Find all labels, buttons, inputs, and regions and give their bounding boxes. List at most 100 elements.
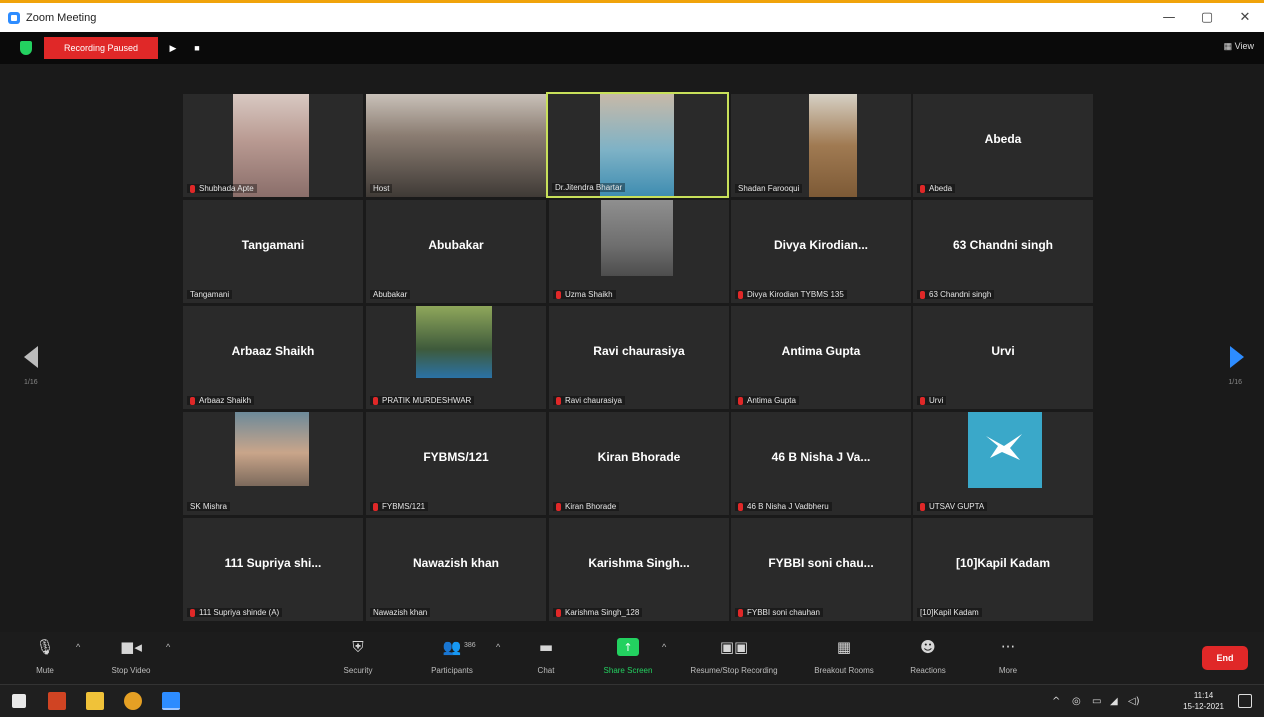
participant-display-name: FYBBI soni chau... [768,555,874,570]
os-taskbar: ^ ◎ ▭ ◢ ◁) 11:14 15-12-2021 [0,684,1264,717]
resume-stop-recording-label: Resume/Stop Recording [690,666,778,675]
breakout-rooms-button[interactable]: ▦ Breakout Rooms [804,638,884,675]
participant-name: 63 Chandni singh [929,290,992,299]
participant-name: Uzma Shaikh [565,290,613,299]
gallery-view: 1/16 1/16 Shubhada Apte Host Dr.Jitendra… [0,64,1264,632]
participant-tile[interactable]: Abeda Abeda [913,94,1093,197]
participant-tile[interactable]: FYBBI soni chau... FYBBI soni chauhan [731,518,911,621]
participant-tile[interactable]: Karishma Singh... Karishma Singh_128 [549,518,729,621]
tray-overflow-icon[interactable]: ^ [1052,696,1060,707]
participant-name: Arbaaz Shaikh [199,396,252,405]
share-options-caret-icon[interactable]: ^ [662,642,666,652]
mute-button[interactable]: 🎙 Mute ^ [14,638,80,675]
page-indicator-left: 1/16 [24,379,38,386]
muted-mic-icon [920,290,925,299]
stop-video-button[interactable]: ■◂ Stop Video ^ [100,638,171,675]
participant-tile[interactable]: Abubakar Abubakar [366,200,546,303]
chat-button[interactable]: ▬ Chat [506,638,586,675]
participant-tile[interactable]: 63 Chandni singh 63 Chandni singh [913,200,1093,303]
stop-video-label: Stop Video [111,666,151,675]
security-shield-icon: ⛨ [352,638,364,656]
participant-tile[interactable]: Kiran Bhorade Kiran Bhorade [549,412,729,515]
participant-tile[interactable]: Antima Gupta Antima Gupta [731,306,911,409]
participant-label: Dr.Jitendra Bhartar [552,183,626,192]
participant-tile[interactable]: 111 Supriya shi... 111 Supriya shinde (A… [183,518,363,621]
audio-options-caret-icon[interactable]: ^ [76,642,80,652]
window-controls: — ▢ ✕ [1150,3,1264,32]
notification-center-icon[interactable] [1238,694,1252,708]
participant-display-name: Tangamani [241,237,305,252]
maximize-button[interactable]: ▢ [1188,3,1226,32]
more-button[interactable]: ··· More [968,638,1048,675]
next-page-arrow-icon[interactable] [1230,346,1244,368]
security-button[interactable]: ⛨ Security [318,638,398,675]
share-screen-icon: ↑ [617,638,639,656]
participant-name: PRATIK MURDESHWAR [382,396,472,405]
participant-tile[interactable]: PRATIK MURDESHWAR [366,306,546,409]
active-speaker-tile[interactable]: Dr.Jitendra Bhartar [546,92,729,198]
participant-display-name: Antima Gupta [781,343,861,358]
participants-button[interactable]: 👥 Participants 386 ^ [412,638,500,675]
participant-video [416,306,492,378]
system-clock[interactable]: 11:14 15-12-2021 [1183,690,1224,712]
clock-time: 11:14 [1193,691,1214,700]
reactions-emoji-icon: ☻ [920,638,936,656]
participant-name: Dr.Jitendra Bhartar [555,183,623,192]
participant-tile[interactable]: 46 B Nisha J Va... 46 B Nisha J Vadbheru [731,412,911,515]
participant-name: Karishma Singh_128 [565,608,640,617]
participant-tile[interactable]: [10]Kapil Kadam [10]Kapil Kadam [913,518,1093,621]
minimize-button[interactable]: — [1150,3,1188,32]
participant-video [600,94,674,196]
encryption-shield-icon[interactable] [20,41,32,55]
share-screen-label: Share Screen [603,666,653,675]
chrome-icon[interactable] [124,692,142,710]
participant-name: Ravi chaurasiya [565,396,622,405]
participant-label: Nawazish khan [370,608,431,617]
participant-name: UTSAV GUPTA [929,502,985,511]
participants-options-caret-icon[interactable]: ^ [496,642,500,652]
participant-label: Abubakar [370,290,411,299]
participant-tile[interactable]: Uzma Shaikh [549,200,729,303]
battery-icon[interactable]: ▭ [1092,696,1101,707]
tray-app-icon[interactable]: ◎ [1072,696,1081,707]
close-button[interactable]: ✕ [1226,3,1264,32]
participant-display-name: [10]Kapil Kadam [955,555,1051,570]
participant-tile[interactable]: Urvi Urvi [913,306,1093,409]
resume-stop-recording-button[interactable]: ▣▣ Resume/Stop Recording [686,638,782,675]
video-options-caret-icon[interactable]: ^ [166,642,170,652]
participant-display-name: 111 Supriya shi... [224,555,322,570]
participant-tile[interactable]: SK Mishra [183,412,363,515]
participant-tile[interactable]: Ravi chaurasiya Ravi chaurasiya [549,306,729,409]
muted-mic-icon [556,608,561,617]
participant-display-name: Abeda [984,131,1022,146]
reactions-button[interactable]: ☻ Reactions [888,638,968,675]
participant-label: Shadan Farooqui [735,184,803,193]
participant-tile[interactable]: Nawazish khan Nawazish khan [366,518,546,621]
volume-icon[interactable]: ◁) [1128,696,1140,707]
participant-tile[interactable]: UTSAV GUPTA [913,412,1093,515]
windows-start-icon[interactable] [12,694,26,708]
file-explorer-icon[interactable] [86,692,104,710]
previous-page-arrow-icon[interactable] [24,346,38,368]
stop-recording-icon[interactable]: ■ [190,41,204,55]
meeting-topbar: Recording Paused ▶ ■ ▦ View [0,32,1264,64]
participant-tile[interactable]: Shubhada Apte [183,94,363,197]
muted-mic-icon [920,396,925,405]
view-button[interactable]: ▦ View [1224,41,1254,52]
participant-tile[interactable]: Shadan Farooqui [731,94,911,197]
participant-tile[interactable]: Tangamani Tangamani [183,200,363,303]
zoom-taskbar-icon[interactable] [162,692,180,710]
muted-mic-icon [738,608,743,617]
participant-tile[interactable]: FYBMS/121 FYBMS/121 [366,412,546,515]
wifi-icon[interactable]: ◢ [1110,696,1118,707]
participant-tile[interactable]: Host [366,94,546,197]
end-meeting-button[interactable]: End [1202,646,1248,670]
resume-recording-icon[interactable]: ▶ [166,41,180,55]
window-titlebar: Zoom Meeting — ▢ ✕ [0,0,1264,32]
powerpoint-icon[interactable] [48,692,66,710]
participant-name: Abeda [929,184,953,193]
participant-tile[interactable]: Divya Kirodian... Divya Kirodian TYBMS 1… [731,200,911,303]
share-screen-button[interactable]: ↑ Share Screen ^ [588,638,668,675]
participant-label: Divya Kirodian TYBMS 135 [735,290,847,299]
participant-tile[interactable]: Arbaaz Shaikh Arbaaz Shaikh [183,306,363,409]
